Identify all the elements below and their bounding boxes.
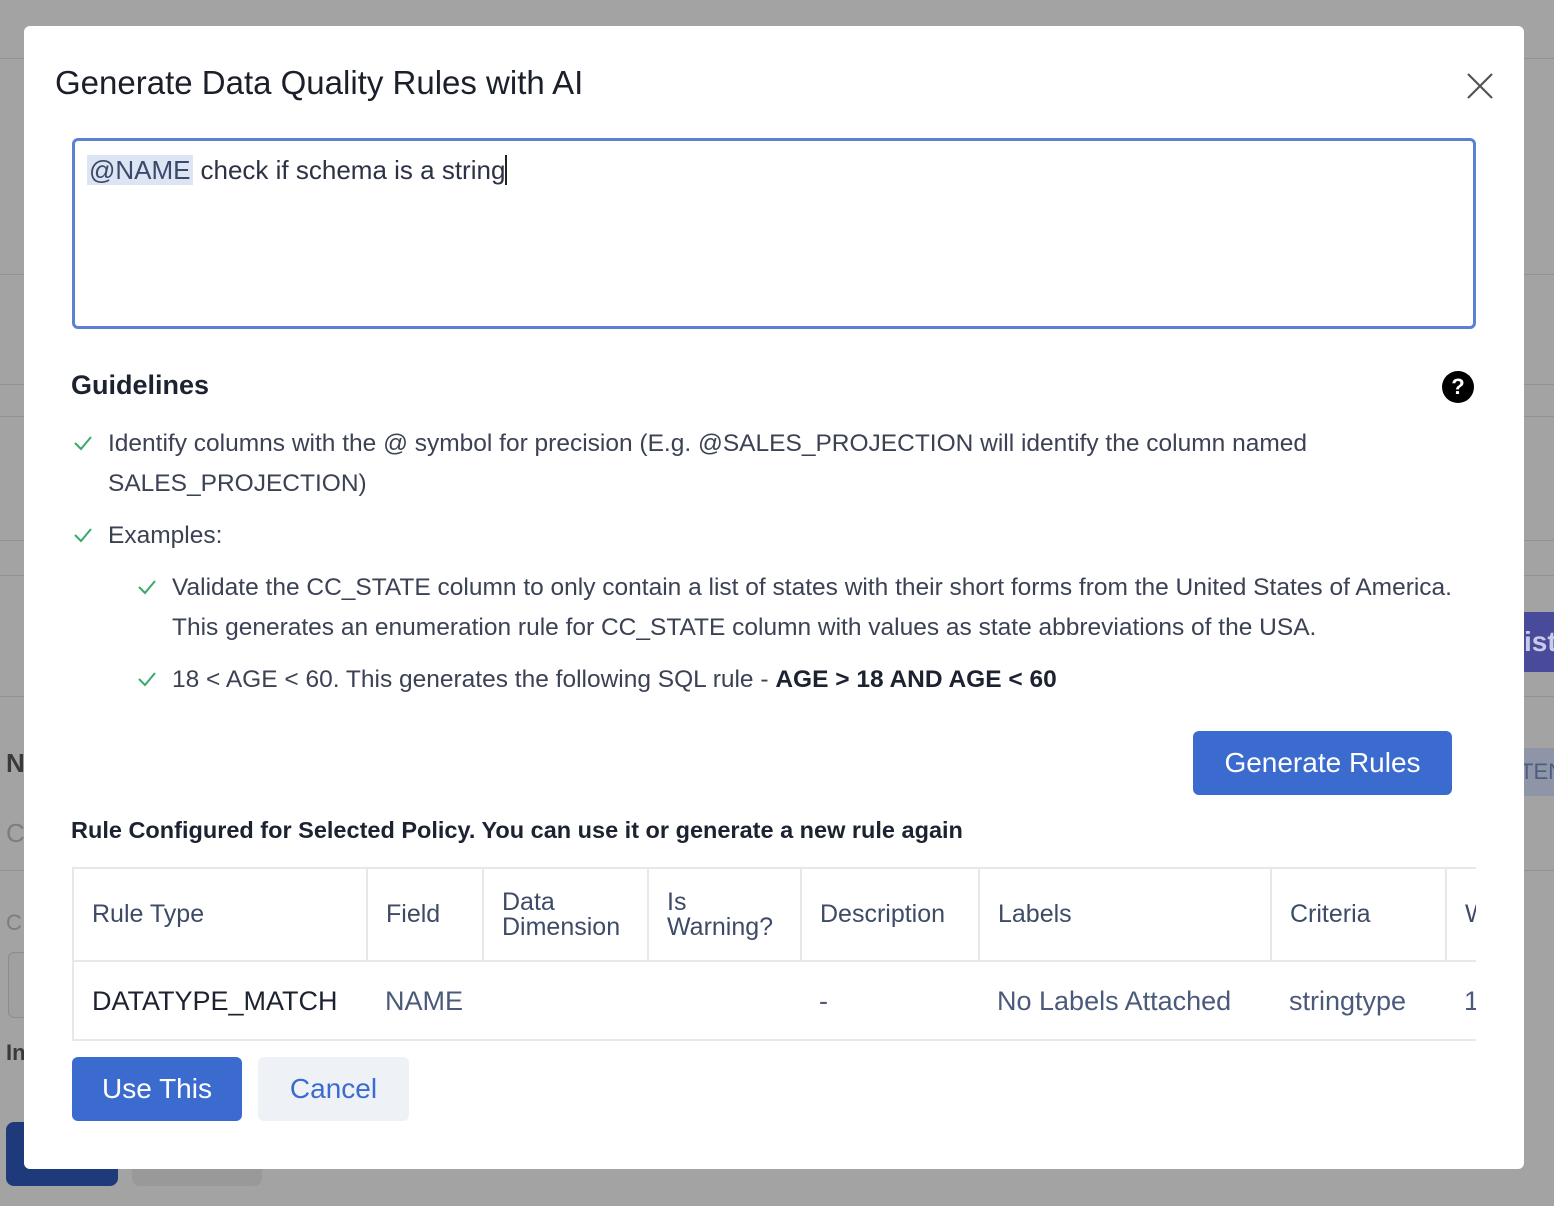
prompt-textarea[interactable]: @NAME check if schema is a string xyxy=(72,138,1476,329)
text-caret xyxy=(505,155,507,185)
prompt-text: check if schema is a string xyxy=(200,155,506,185)
column-header: Data Dimension xyxy=(483,869,649,962)
bg-text-fragment: In xyxy=(6,1040,26,1065)
generate-rules-button[interactable]: Generate Rules xyxy=(1193,731,1452,795)
guideline-text: Examples: xyxy=(108,522,223,549)
bg-text-fragment: N xyxy=(6,748,25,778)
rule-table[interactable]: Rule Type Field Data Dimension Is Warnin… xyxy=(72,867,1476,1041)
rule-caption: Rule Configured for Selected Policy. You… xyxy=(71,817,963,843)
table-row[interactable]: DATATYPE_MATCH NAME - No Labels Attached… xyxy=(74,961,1476,1039)
guideline-example-item: Validate the CC_STATE column to only con… xyxy=(138,568,1492,648)
table-cell-labels: No Labels Attached xyxy=(997,986,1232,1016)
table-cell-data-dimension xyxy=(483,961,648,1039)
check-icon xyxy=(72,516,96,556)
guideline-item: Examples: xyxy=(74,516,223,556)
column-header: Rule Type xyxy=(74,869,368,962)
column-header: Criteria xyxy=(1271,869,1447,962)
check-icon xyxy=(136,660,160,700)
table-header-row: Rule Type Field Data Dimension Is Warnin… xyxy=(74,869,1476,962)
table-cell-criteria: stringtype xyxy=(1289,986,1407,1016)
bg-text-fragment: C xyxy=(6,818,25,848)
column-header: Description xyxy=(801,869,980,962)
column-mention-tag: @NAME xyxy=(87,155,193,185)
use-this-button[interactable]: Use This xyxy=(72,1057,242,1121)
sql-rule-example: AGE > 18 AND AGE < 60 xyxy=(775,666,1057,693)
close-icon xyxy=(1467,73,1493,99)
help-icon[interactable]: ? xyxy=(1442,371,1474,403)
modal-title: Generate Data Quality Rules with AI xyxy=(55,64,584,101)
check-icon xyxy=(72,424,96,464)
cancel-button[interactable]: Cancel xyxy=(258,1057,409,1121)
guideline-item: Identify columns with the @ symbol for p… xyxy=(74,424,1348,504)
guideline-text: Identify columns with the @ symbol for p… xyxy=(108,430,1307,497)
column-header: W xyxy=(1446,869,1476,962)
column-header: Is Warning? xyxy=(648,869,802,962)
guideline-text: 18 < AGE < 60. This generates the follow… xyxy=(172,666,776,693)
guideline-text: Validate the CC_STATE column to only con… xyxy=(172,574,1452,641)
guideline-example-item: 18 < AGE < 60. This generates the follow… xyxy=(138,660,1057,700)
bg-text-fragment: C xyxy=(6,910,22,935)
table-cell-field: NAME xyxy=(385,986,464,1016)
column-header: Field xyxy=(367,869,484,962)
close-button[interactable] xyxy=(1464,70,1496,102)
table-cell-is-warning xyxy=(648,961,801,1039)
bg-tag: TEN xyxy=(1520,748,1554,796)
table-cell-w: 1 xyxy=(1446,961,1476,1039)
check-icon xyxy=(136,568,160,608)
generate-rules-modal: Generate Data Quality Rules with AI @NAM… xyxy=(24,26,1524,1169)
guidelines-heading: Guidelines xyxy=(71,370,210,400)
table-cell-rule-type: DATATYPE_MATCH xyxy=(92,986,338,1016)
column-header: Labels xyxy=(979,869,1272,962)
table-cell-description: - xyxy=(819,986,828,1016)
